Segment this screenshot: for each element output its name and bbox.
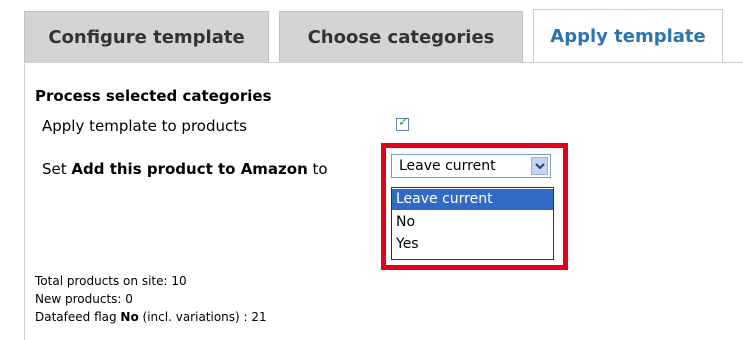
checkmark-icon: ✓ [398, 115, 409, 130]
set-prefix: Set [42, 160, 72, 178]
amazon-flag-select[interactable]: Leave current [391, 154, 551, 178]
set-field-label: Set Add this product to Amazon to [42, 160, 328, 178]
flag-prefix: Datafeed flag [35, 310, 121, 324]
apply-template-label: Apply template to products [42, 117, 247, 135]
tab-bar: Configure template Choose categories App… [0, 0, 743, 63]
option-yes[interactable]: Yes [392, 234, 553, 255]
tab-configure-template[interactable]: Configure template [24, 11, 269, 63]
set-field-name: Add this product to Amazon [71, 160, 308, 178]
chevron-down-icon[interactable] [531, 157, 548, 175]
set-suffix: to [307, 160, 328, 178]
tab-label: Configure template [48, 27, 245, 48]
option-leave-current[interactable]: Leave current [392, 189, 553, 210]
apply-template-checkbox[interactable]: ✓ [396, 115, 409, 131]
select-dropdown-list: Leave current No Yes [391, 187, 554, 260]
flag-suffix: (incl. variations) : 21 [138, 310, 267, 324]
stat-total-products: Total products on site: 10 [35, 274, 187, 288]
tab-choose-categories[interactable]: Choose categories [279, 11, 523, 63]
tab-label: Apply template [550, 26, 706, 47]
tab-apply-template[interactable]: Apply template [533, 9, 723, 63]
stat-new-products: New products: 0 [35, 292, 133, 306]
option-no[interactable]: No [392, 212, 553, 233]
stat-datafeed-flag: Datafeed flag No (incl. variations) : 21 [35, 310, 267, 324]
section-title: Process selected categories [35, 87, 272, 105]
flag-value: No [120, 310, 139, 324]
select-value: Leave current [399, 158, 496, 174]
tab-label: Choose categories [307, 27, 495, 48]
